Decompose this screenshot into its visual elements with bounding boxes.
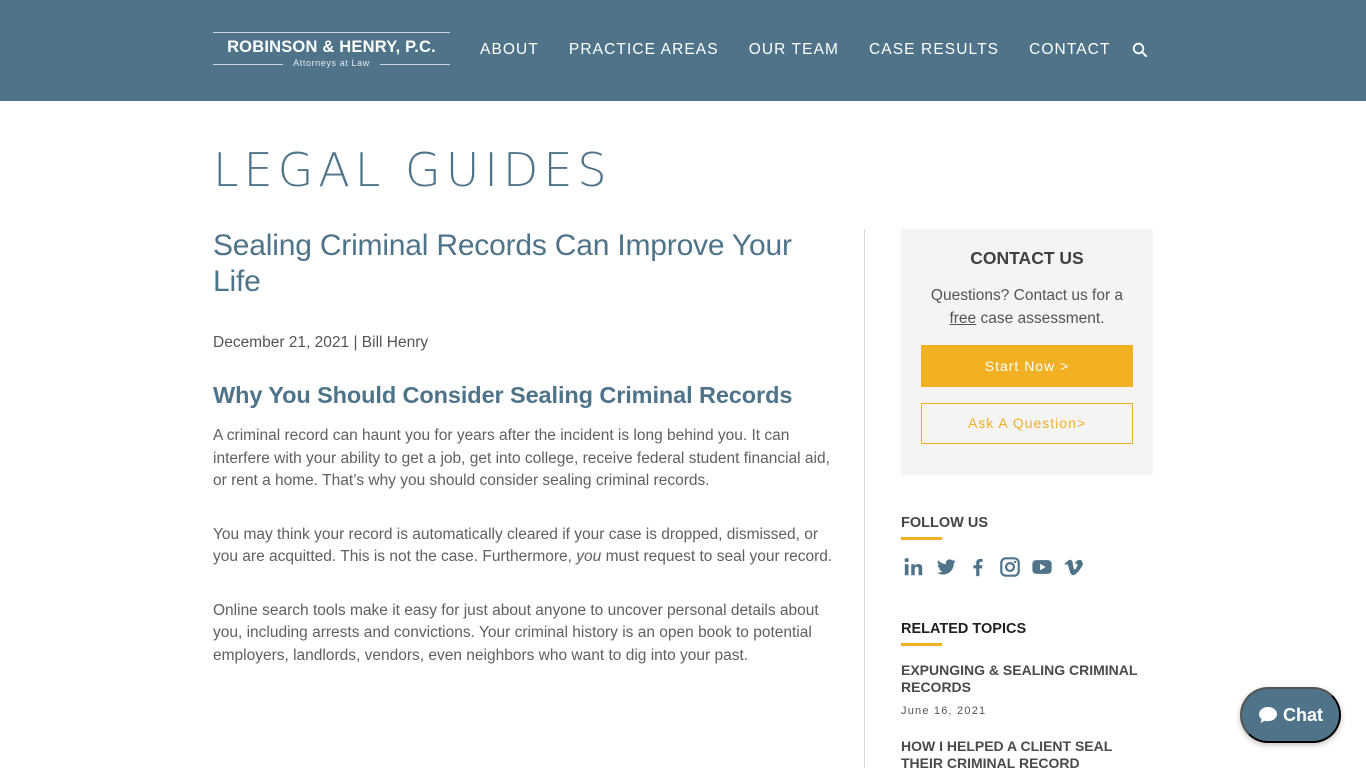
paragraph-emphasis: you <box>576 548 602 565</box>
related-topic-item: EXPUNGING & SEALING CRIMINAL RECORDS Jun… <box>901 662 1153 717</box>
contact-title: CONTACT US <box>970 248 1084 268</box>
contact-desc-free: free <box>949 310 977 327</box>
instagram-icon[interactable] <box>999 556 1023 578</box>
article: Sealing Criminal Records Can Improve You… <box>213 228 838 667</box>
social-links <box>903 556 1095 578</box>
title-underline <box>901 643 942 646</box>
vimeo-icon[interactable] <box>1063 556 1087 578</box>
logo-tagline: Attorneys at Law <box>293 58 370 68</box>
nav-case-results[interactable]: CASE RESULTS <box>869 41 999 61</box>
column-divider <box>864 229 865 768</box>
logo-tagline-row: Attorneys at Law <box>213 58 450 70</box>
contact-desc-text: case assessment. <box>976 310 1105 327</box>
meta-separator: | <box>349 334 362 351</box>
article-heading: Why You Should Consider Sealing Criminal… <box>213 382 793 408</box>
ask-question-button[interactable]: Ask A Question> <box>921 403 1133 444</box>
youtube-icon[interactable] <box>1031 556 1055 578</box>
article-date: December 21, 2021 <box>213 334 350 351</box>
nav-contact[interactable]: CONTACT <box>1029 41 1110 61</box>
article-paragraph: You may think your record is automatical… <box>213 524 838 569</box>
related-topic-link[interactable]: EXPUNGING & SEALING CRIMINAL RECORDS <box>901 662 1153 696</box>
contact-box: CONTACT US Questions? Contact us for a f… <box>901 229 1153 475</box>
main-nav: ABOUT PRACTICE AREAS OUR TEAM CASE RESUL… <box>480 41 1141 61</box>
paragraph-text: must request to seal your record. <box>601 548 833 565</box>
related-topic-link[interactable]: HOW I HELPED A CLIENT SEAL THEIR CRIMINA… <box>901 738 1153 768</box>
related-topics-label: RELATED TOPICS <box>901 621 1027 637</box>
related-topics-title: RELATED TOPICS <box>901 621 1027 646</box>
article-title: Sealing Criminal Records Can Improve You… <box>213 229 792 298</box>
logo-name: ROBINSON & HENRY, P.C. <box>227 38 436 56</box>
twitter-icon[interactable] <box>935 556 959 578</box>
follow-us-label: FOLLOW US <box>901 515 988 531</box>
related-topic-item: HOW I HELPED A CLIENT SEAL THEIR CRIMINA… <box>901 738 1153 768</box>
chat-bubble-icon <box>1259 707 1277 723</box>
contact-description: Questions? Contact us for a free case as… <box>916 284 1138 330</box>
start-now-button[interactable]: Start Now > <box>921 345 1133 387</box>
site-header: ROBINSON & HENRY, P.C. Attorneys at Law … <box>0 0 1366 101</box>
search-icon[interactable] <box>1132 42 1148 58</box>
follow-us-title: FOLLOW US <box>901 515 988 540</box>
logo[interactable]: ROBINSON & HENRY, P.C. Attorneys at Law <box>213 32 450 68</box>
logo-rule-right <box>380 64 450 65</box>
linkedin-icon[interactable] <box>903 556 927 578</box>
article-author[interactable]: Bill Henry <box>362 334 428 351</box>
page-title: LEGAL GUIDES <box>213 143 612 197</box>
title-underline <box>901 537 942 540</box>
logo-rule <box>213 32 450 33</box>
nav-our-team[interactable]: OUR TEAM <box>749 41 839 61</box>
chat-button[interactable]: Chat <box>1240 687 1341 743</box>
chat-label: Chat <box>1283 704 1323 725</box>
nav-practice-areas[interactable]: PRACTICE AREAS <box>569 41 719 61</box>
contact-desc-text: Questions? Contact us for a <box>930 287 1124 304</box>
related-topic-date: June 16, 2021 <box>901 705 987 717</box>
article-paragraph: Online search tools make it easy for jus… <box>213 601 819 664</box>
article-paragraph: A criminal record can haunt you for year… <box>213 427 830 489</box>
article-meta: December 21, 2021 | Bill Henry <box>213 334 838 352</box>
facebook-icon[interactable] <box>967 556 991 578</box>
nav-about[interactable]: ABOUT <box>480 41 539 61</box>
